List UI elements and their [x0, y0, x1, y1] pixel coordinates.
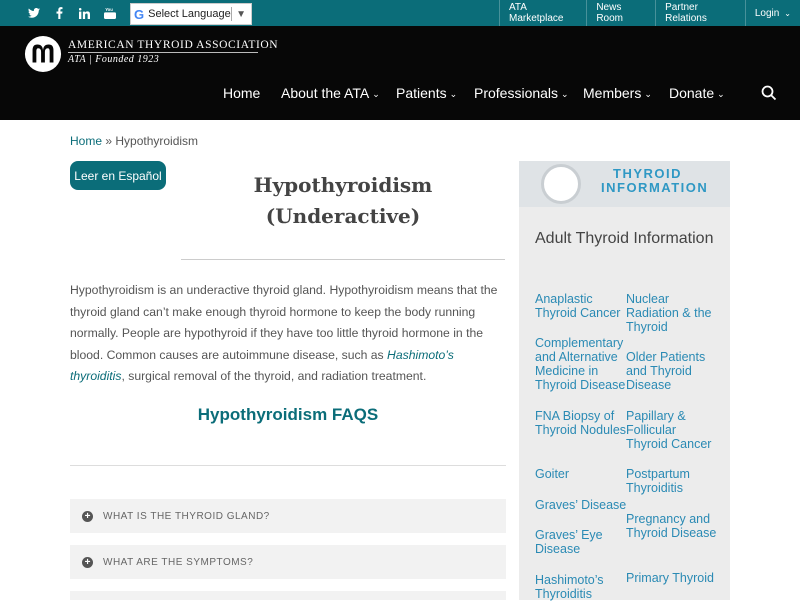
faqs-heading: Hypothyroidism FAQS — [197, 405, 379, 424]
search-icon[interactable] — [761, 85, 777, 101]
login-label: Login — [754, 7, 780, 19]
nav-donate[interactable]: Donate ⌄ — [669, 85, 725, 101]
sidebar-link[interactable]: Pregnancy and Thyroid Disease — [626, 512, 718, 540]
google-icon: G — [134, 6, 145, 22]
nav-home-label: Home — [223, 85, 261, 101]
nav-patients-label: Patients — [396, 85, 447, 101]
sidebar-link[interactable]: Goiter — [535, 467, 627, 481]
news-room-link[interactable]: News Room — [586, 0, 655, 26]
breadcrumb-separator: » — [102, 134, 116, 148]
faq-question: WHAT ARE THE SYMPTOMS? — [103, 556, 254, 568]
ata-marketplace-link[interactable]: ATA Marketplace — [499, 0, 586, 26]
select-divider — [231, 7, 233, 21]
sidebar-link[interactable]: Postpartum Thyroiditis — [626, 467, 718, 495]
magnifier-icon — [541, 164, 581, 204]
linkedin-icon[interactable] — [71, 0, 97, 26]
partner-relations-link[interactable]: Partner Relations — [655, 0, 745, 26]
breadcrumb: Home » Hypothyroidism — [70, 134, 198, 148]
logo-subtitle: ATA | Founded 1923 — [68, 54, 160, 65]
sidebar-link[interactable]: Graves’ Eye Disease — [535, 528, 627, 556]
sidebar-link[interactable]: FNA Biopsy of Thyroid Nodules — [535, 409, 627, 437]
nav-patients[interactable]: Patients ⌄ — [396, 85, 457, 101]
breadcrumb-home-link[interactable]: Home — [70, 134, 102, 148]
nav-professionals[interactable]: Professionals ⌄ — [474, 85, 569, 101]
language-select[interactable]: G Select Language ▼ — [130, 3, 252, 25]
language-label: Select Language — [148, 8, 231, 20]
chevron-down-icon: ⌄ — [784, 8, 791, 18]
chevron-down-icon: ⌄ — [717, 89, 725, 99]
login-link[interactable]: Login ⌄ — [744, 0, 800, 26]
breadcrumb-current: Hypothyroidism — [115, 134, 199, 148]
intro-text-end: , surgical removal of the thyroid, and r… — [121, 369, 427, 383]
page-title-line2: (Underactive) — [265, 204, 421, 228]
ata-logo-icon[interactable] — [24, 35, 62, 73]
spanish-button[interactable]: Leer en Español — [70, 161, 166, 190]
nav-about[interactable]: About the ATA ⌄ — [281, 85, 380, 101]
sidebar-link[interactable]: Complementary and Alternative Medicine i… — [535, 336, 627, 392]
logo-name: AMERICAN THYROID ASSOCIATION — [68, 39, 279, 51]
nav-home[interactable]: Home — [223, 85, 260, 101]
plus-circle-icon: + — [82, 510, 93, 522]
chevron-down-icon: ⌄ — [561, 89, 569, 99]
sidebar-link[interactable]: Primary Thyroid — [626, 571, 718, 585]
sidebar-link[interactable]: Nuclear Radiation & the Thyroid — [626, 292, 718, 334]
chevron-down-icon: ⌄ — [644, 89, 652, 99]
faq-question: WHAT IS THE THYROID GLAND? — [103, 510, 270, 522]
youtube-icon[interactable]: You — [97, 0, 123, 26]
title-divider — [181, 259, 505, 260]
sidebar-link[interactable]: Older Patients and Thyroid Disease — [626, 350, 718, 392]
nav-members-label: Members — [583, 85, 642, 101]
facebook-icon[interactable] — [46, 0, 72, 26]
site-header: AMERICAN THYROID ASSOCIATION ATA | Found… — [0, 26, 800, 120]
sidebar-link[interactable]: Graves’ Disease — [535, 498, 627, 512]
top-links: ATA Marketplace News Room Partner Relati… — [499, 0, 800, 26]
nav-members[interactable]: Members ⌄ — [583, 85, 652, 101]
thyroid-info-banner: THYROID INFORMATION — [519, 161, 730, 207]
nav-about-label: About the ATA — [281, 85, 370, 101]
sidebar-link[interactable]: Anaplastic Thyroid Cancer — [535, 292, 627, 320]
chevron-down-icon: ⌄ — [449, 89, 458, 99]
faq-item[interactable] — [70, 591, 506, 600]
nav-professionals-label: Professionals — [474, 85, 559, 101]
banner-line2: INFORMATION — [601, 180, 709, 195]
sidebar-link[interactable]: Papillary & Follicular Thyroid Cancer — [626, 409, 718, 451]
intro-paragraph: Hypothyroidism is an underactive thyroid… — [70, 280, 510, 388]
nav-donate-label: Donate — [669, 85, 715, 101]
dropdown-arrow-icon: ▼ — [236, 8, 246, 20]
banner-line1: THYROID — [613, 166, 682, 181]
page-title-line1: Hypothyroidism — [253, 173, 433, 197]
sidebar-link[interactable]: Hashimoto’s Thyroiditis — [535, 573, 627, 601]
logo-divider — [68, 52, 258, 53]
page-title: Hypothyroidism (Underactive) — [181, 170, 505, 232]
twitter-icon[interactable] — [21, 0, 47, 26]
sidebar-title: Adult Thyroid Information — [535, 230, 714, 247]
chevron-down-icon: ⌄ — [372, 89, 380, 99]
faq-item[interactable]: + WHAT IS THE THYROID GLAND? — [70, 499, 506, 533]
plus-circle-icon: + — [82, 556, 93, 568]
faq-item[interactable]: + WHAT ARE THE SYMPTOMS? — [70, 545, 506, 579]
faq-divider — [70, 465, 506, 466]
svg-text:You: You — [105, 7, 113, 12]
